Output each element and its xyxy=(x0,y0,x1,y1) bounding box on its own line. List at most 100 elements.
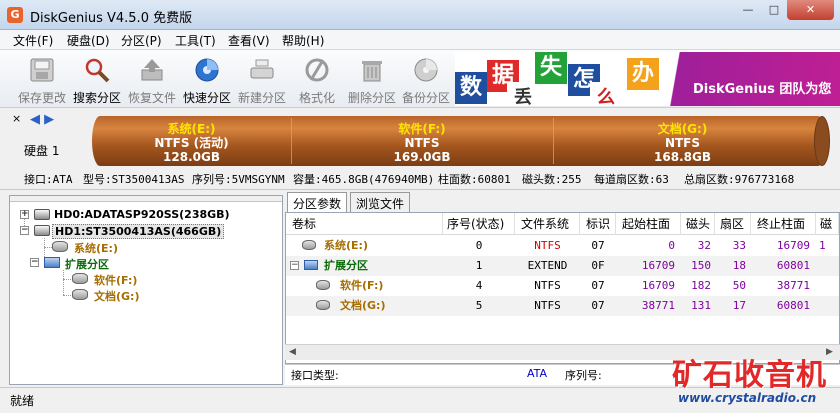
partition-segment-g[interactable]: 文档(G:) NTFS 168.8GB xyxy=(553,118,812,164)
new-partition-icon xyxy=(250,59,274,79)
col-header-start-cylinder[interactable]: 起始柱面 xyxy=(616,213,681,235)
app-icon: G xyxy=(7,7,23,23)
segment-fs: NTFS xyxy=(664,136,701,150)
cell-start-cylinder: 0 xyxy=(668,239,675,252)
menu-view[interactable]: 查看(V) xyxy=(228,32,270,49)
search-partition-button[interactable]: 搜索分区 xyxy=(70,52,124,106)
segment-name: 软件(F:) xyxy=(398,122,446,136)
partition-segment-e[interactable]: 系统(E:) NTFS (活动) 128.0GB xyxy=(92,118,291,164)
cell-end-cylinder: 38771 xyxy=(776,279,810,292)
tree-item-hd0[interactable]: + HD0:ADATASP920SS(238GB) xyxy=(20,207,280,223)
format-icon xyxy=(305,58,329,82)
cell-head: 150 xyxy=(691,259,711,272)
new-partition-button[interactable]: 新建分区 xyxy=(235,52,289,106)
delete-partition-label: 删除分区 xyxy=(347,91,396,105)
format-button[interactable]: 格式化 xyxy=(290,52,344,106)
tab-browse-files[interactable]: 浏览文件 xyxy=(350,192,411,212)
tree-item-software[interactable]: 软件(F:) xyxy=(72,271,252,287)
collapse-icon[interactable]: − xyxy=(20,226,29,235)
cell-filesystem: NTFS xyxy=(534,239,561,252)
restore-files-button[interactable]: 恢复文件 xyxy=(125,52,179,106)
table-row[interactable]: − 扩展分区 1 EXTEND 0F 16709 150 18 60801 xyxy=(286,256,839,276)
cell-filesystem: EXTEND xyxy=(527,259,568,272)
title-bar: G DiskGenius V4.5.0 免费版 — □ ✕ xyxy=(0,0,840,30)
cell-sector: 33 xyxy=(732,239,746,252)
extended-partition-icon xyxy=(304,260,318,270)
tree-item-system[interactable]: 系统(E:) xyxy=(52,239,252,255)
tree-label-hd0: HD0:ADATASP920SS(238GB) xyxy=(54,208,230,221)
table-row[interactable]: 系统(E:) 0 NTFS 07 0 32 33 16709 1 xyxy=(286,236,839,256)
col-header-index[interactable]: 序号(状态) xyxy=(443,213,515,235)
table-row[interactable]: 软件(F:) 4 NTFS 07 16709 182 50 38771 xyxy=(286,276,839,296)
menu-help[interactable]: 帮助(H) xyxy=(282,32,324,49)
cell-start-cylinder: 16709 xyxy=(641,279,675,292)
quick-partition-button[interactable]: 快速分区 xyxy=(180,52,234,106)
info-heads: 磁头数:255 xyxy=(522,173,582,186)
partition-segment-f[interactable]: 软件(F:) NTFS 169.0GB xyxy=(291,118,553,164)
col-header-filesystem[interactable]: 文件系统 xyxy=(515,213,580,235)
promo-banner[interactable]: 数 据 丢 失 怎 么 办 DiskGenius 团队为您 xyxy=(455,52,840,106)
tree-item-hd1[interactable]: − HD1:ST3500413AS(466GB) xyxy=(20,223,280,239)
partition-icon xyxy=(72,289,88,300)
menu-bar: 文件(F) 硬盘(D) 分区(P) 工具(T) 查看(V) 帮助(H) xyxy=(0,30,840,50)
minimize-button[interactable]: — xyxy=(735,0,761,20)
cell-end-cylinder: 60801 xyxy=(776,259,810,272)
cell-id: 07 xyxy=(591,279,605,292)
tree-label-software: 软件(F:) xyxy=(94,274,138,287)
col-header-volume[interactable]: 卷标 xyxy=(286,213,443,235)
disk-cylinder: 系统(E:) NTFS (活动) 128.0GB 软件(F:) NTFS 169… xyxy=(88,114,830,170)
cell-volume: 扩展分区 xyxy=(324,259,368,272)
partition-icon xyxy=(302,240,316,250)
col-header-end-cylinder[interactable]: 终止柱面 xyxy=(751,213,816,235)
disk-info-bar: 接口:ATA 型号:ST3500413AS 序列号:5VMSGYNM 容量:46… xyxy=(0,168,840,190)
menu-tools[interactable]: 工具(T) xyxy=(175,32,216,49)
col-header-sector[interactable]: 扇区 xyxy=(715,213,751,235)
expand-icon[interactable]: + xyxy=(20,210,29,219)
cell-head: 32 xyxy=(697,239,711,252)
cell-end-cylinder: 60801 xyxy=(776,299,810,312)
banner-tile: 丢 xyxy=(507,82,539,106)
tree-item-extended[interactable]: − 扩展分区 xyxy=(30,255,230,271)
magnifier-icon xyxy=(85,58,110,83)
close-button[interactable]: ✕ xyxy=(787,0,834,20)
menu-file[interactable]: 文件(F) xyxy=(13,32,53,49)
tree-item-documents[interactable]: 文档(G:) xyxy=(72,287,252,303)
menu-partition[interactable]: 分区(P) xyxy=(121,32,162,49)
info-serial: 序列号:5VMSGYNM xyxy=(192,173,285,186)
collapse-icon[interactable]: − xyxy=(290,261,299,270)
table-row[interactable]: 文档(G:) 5 NTFS 07 38771 131 17 60801 xyxy=(286,296,839,316)
tab-partition-params[interactable]: 分区参数 xyxy=(287,192,348,213)
maximize-button[interactable]: □ xyxy=(761,0,787,20)
format-label: 格式化 xyxy=(298,91,335,105)
detail-interface-label: 接口类型: xyxy=(291,369,339,382)
save-changes-button[interactable]: 保存更改 xyxy=(15,52,69,106)
backup-partition-button[interactable]: 备份分区 xyxy=(399,52,453,106)
banner-text: DiskGenius 团队为您 xyxy=(693,82,832,97)
cell-sector: 50 xyxy=(732,279,746,292)
delete-partition-button[interactable]: 删除分区 xyxy=(345,52,399,106)
col-header-extra[interactable]: 磁 xyxy=(816,213,839,235)
disk-nav-arrows[interactable]: ◀ ▶ xyxy=(30,112,54,127)
cell-id: 07 xyxy=(591,299,605,312)
backup-partition-label: 备份分区 xyxy=(401,91,450,105)
partition-icon xyxy=(316,280,330,290)
banner-tile: 失 xyxy=(535,52,567,84)
hard-disk-icon xyxy=(34,209,50,220)
cell-head: 131 xyxy=(691,299,711,312)
restore-icon xyxy=(141,59,163,81)
close-panel-icon[interactable]: × xyxy=(12,112,21,125)
cell-start-cylinder: 38771 xyxy=(641,299,675,312)
segment-size: 169.0GB xyxy=(393,150,451,164)
cell-index: 4 xyxy=(475,279,483,292)
save-changes-label: 保存更改 xyxy=(17,91,66,105)
col-header-head[interactable]: 磁头 xyxy=(681,213,715,235)
segment-fs: NTFS (活动) xyxy=(154,136,229,150)
menu-disk[interactable]: 硬盘(D) xyxy=(67,32,110,49)
cell-sector: 17 xyxy=(732,299,746,312)
scroll-left-icon[interactable]: ◀ xyxy=(289,347,296,357)
segment-name: 文档(G:) xyxy=(657,122,708,136)
cell-volume: 软件(F:) xyxy=(340,279,384,292)
col-header-id[interactable]: 标识 xyxy=(580,213,616,235)
collapse-icon[interactable]: − xyxy=(30,258,39,267)
partition-table: 卷标 序号(状态) 文件系统 标识 起始柱面 磁头 扇区 终止柱面 磁 系统(E… xyxy=(285,212,840,364)
